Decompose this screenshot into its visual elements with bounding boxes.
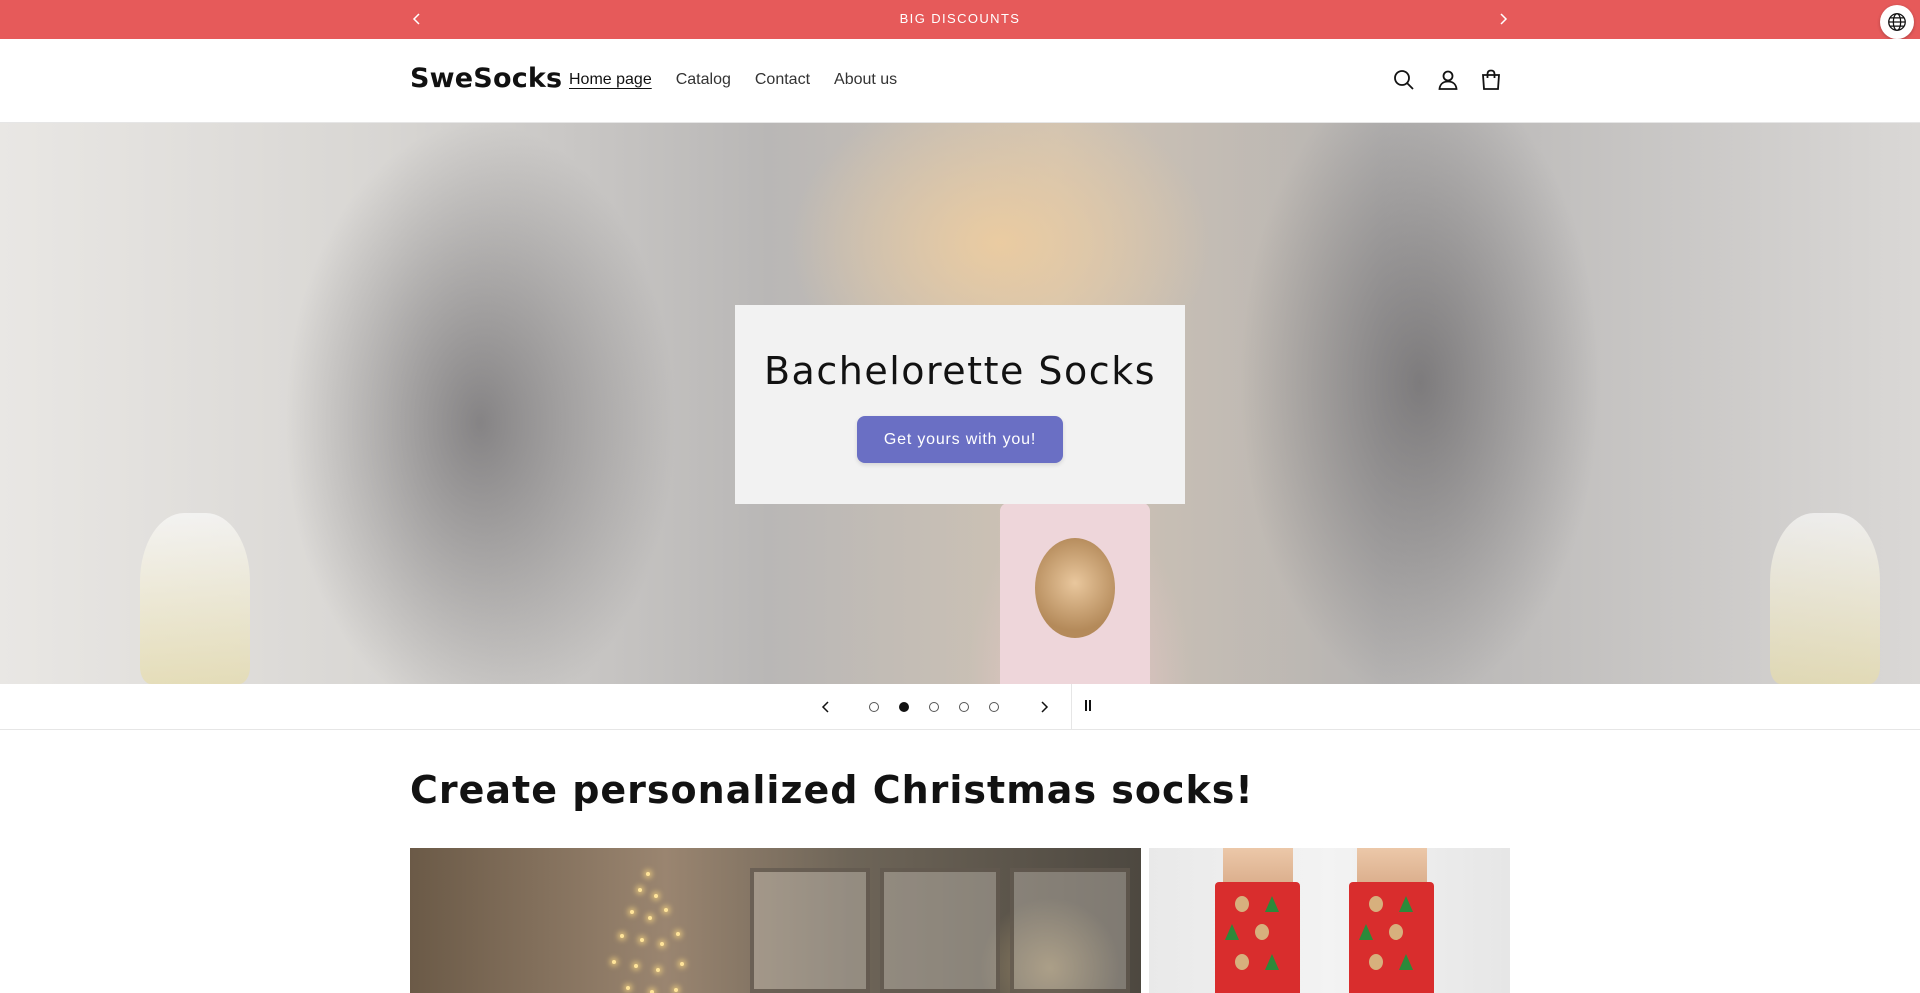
hero-content-box: Bachelorette Socks Get yours with you! xyxy=(735,305,1185,504)
section-title: Create personalized Christmas socks! xyxy=(410,768,1254,812)
main-nav: Home page Catalog Contact About us xyxy=(569,71,897,89)
chevron-right-icon[interactable] xyxy=(1493,9,1513,29)
hero-title: Bachelorette Socks xyxy=(763,349,1156,393)
sock-image xyxy=(1215,848,1300,993)
slideshow-controls xyxy=(0,684,1920,730)
slide-dot-1[interactable] xyxy=(869,702,879,712)
sock-image xyxy=(1349,848,1434,993)
cart-icon[interactable] xyxy=(1478,67,1504,93)
hero-slideshow: Bachelorette Socks Get yours with you! xyxy=(0,123,1920,684)
hero-image-glass xyxy=(140,513,250,684)
pause-icon[interactable] xyxy=(1082,700,1094,713)
socks-product-tile[interactable] xyxy=(1149,848,1510,993)
slide-dot-5[interactable] xyxy=(989,702,999,712)
search-icon[interactable] xyxy=(1391,67,1417,93)
account-icon[interactable] xyxy=(1435,67,1461,93)
divider xyxy=(1071,684,1072,730)
hero-image-glass xyxy=(1770,513,1880,684)
slide-dot-3[interactable] xyxy=(929,702,939,712)
chevron-right-icon[interactable] xyxy=(1035,698,1053,716)
announcement-text: BIG DISCOUNTS xyxy=(899,11,1021,26)
hero-cta-button[interactable]: Get yours with you! xyxy=(857,416,1063,463)
christmas-tree-image xyxy=(590,858,710,993)
nav-about-us[interactable]: About us xyxy=(834,71,897,89)
announcement-bar: BIG DISCOUNTS xyxy=(0,0,1920,39)
chevron-left-icon[interactable] xyxy=(817,698,835,716)
globe-icon[interactable] xyxy=(1880,5,1914,39)
hero-image-mug xyxy=(1000,503,1150,684)
site-logo[interactable]: SweSocks xyxy=(410,63,562,94)
nav-contact[interactable]: Contact xyxy=(755,71,810,89)
site-header: SweSocks Home page Catalog Contact About… xyxy=(0,39,1920,123)
slide-dot-2[interactable] xyxy=(899,702,909,712)
christmas-image-tile[interactable] xyxy=(410,848,1141,993)
nav-home-page[interactable]: Home page xyxy=(569,71,652,89)
nav-catalog[interactable]: Catalog xyxy=(676,71,731,89)
slide-dot-4[interactable] xyxy=(959,702,969,712)
